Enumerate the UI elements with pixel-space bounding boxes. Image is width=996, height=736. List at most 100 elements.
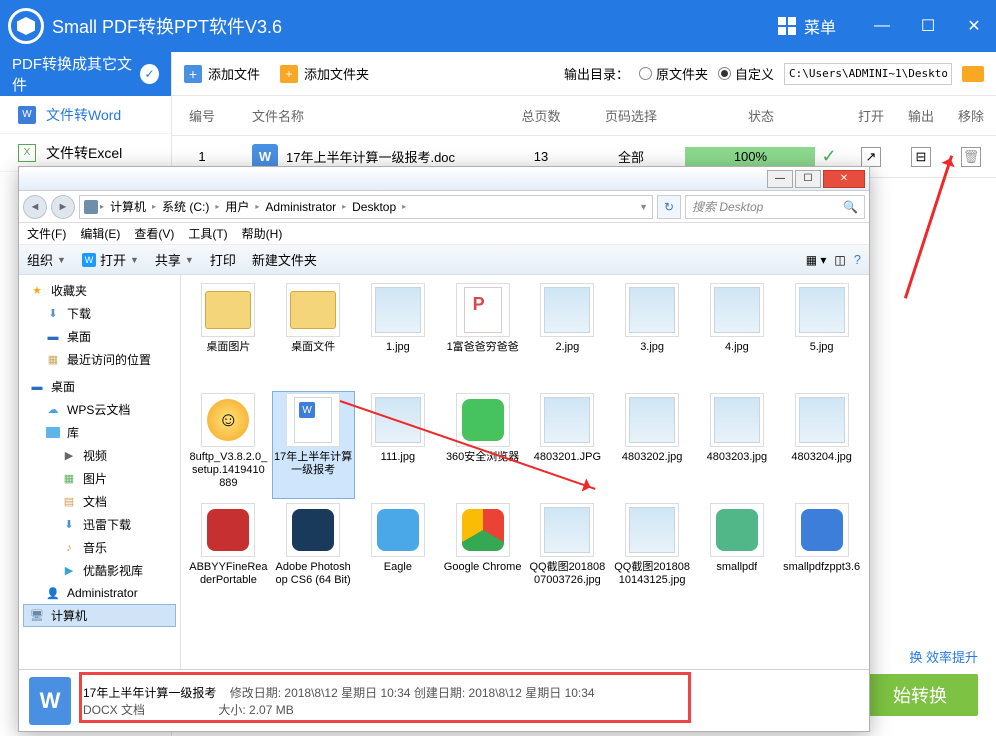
radio-original-folder[interactable]: 原文件夹 — [639, 64, 708, 83]
table-header: 编号 文件名称 总页数 页码选择 状态 打开 输出 移除 — [172, 96, 996, 136]
file-thumb-icon — [201, 503, 255, 557]
file-name-label: Eagle — [384, 561, 412, 574]
minimize-button[interactable]: — — [868, 12, 896, 40]
file-item[interactable]: 桌面文件 — [272, 281, 355, 389]
menu-file[interactable]: 文件(F) — [27, 225, 66, 242]
file-item[interactable]: ABBYYFineReaderPortable — [187, 501, 270, 609]
tree-documents[interactable]: ▤文档 — [23, 490, 176, 513]
file-item[interactable]: smallpdf — [696, 501, 779, 609]
check-circle-icon: ✓ — [140, 64, 159, 84]
tree-wps[interactable]: ☁WPS云文档 — [23, 398, 176, 421]
file-name-label: QQ截图20180810143125.jpg — [613, 561, 692, 587]
output-label: 输出目录： — [564, 64, 629, 83]
view-options-icon[interactable]: ▦ ▾ — [806, 253, 827, 267]
maximize-button[interactable]: ☐ — [914, 12, 942, 40]
file-item[interactable]: 1.jpg — [357, 281, 440, 389]
file-item[interactable]: 2.jpg — [526, 281, 609, 389]
explorer-maximize-button[interactable]: ☐ — [795, 170, 821, 188]
add-folder-button[interactable]: + 添加文件夹 — [280, 64, 369, 83]
youku-icon: ▶ — [61, 563, 77, 579]
remove-button[interactable]: 🗑 — [961, 147, 981, 167]
refresh-button[interactable]: ↻ — [657, 195, 681, 219]
sidebar-item-label: 文件转Word — [46, 105, 121, 125]
file-item[interactable]: 4803202.jpg — [611, 391, 694, 499]
file-item[interactable]: Google Chrome — [441, 501, 524, 609]
file-thumb-icon — [540, 393, 594, 447]
tree-recent[interactable]: ▦最近访问的位置 — [23, 348, 176, 371]
tree-desktop-fav[interactable]: ▬桌面 — [23, 325, 176, 348]
breadcrumb[interactable]: ▸ 计算机▸ 系统 (C:)▸ 用户▸ Administrator▸ Deskt… — [79, 195, 653, 219]
file-item[interactable]: 4.jpg — [696, 281, 779, 389]
file-name-label: 4803201.JPG — [534, 451, 601, 464]
nav-back-button[interactable]: ◄ — [23, 195, 47, 219]
preview-pane-icon[interactable]: ◫ — [834, 253, 845, 267]
file-thumb-icon — [795, 393, 849, 447]
open-file-button[interactable]: ↗ — [861, 147, 881, 167]
file-item[interactable]: 3.jpg — [611, 281, 694, 389]
explorer-close-button[interactable]: ✕ — [823, 170, 865, 188]
menu-tools[interactable]: 工具(T) — [188, 225, 227, 242]
search-input[interactable]: 搜索 Desktop 🔍 — [685, 195, 865, 219]
folder-plus-icon: + — [280, 65, 298, 83]
organize-button[interactable]: 组织▼ — [27, 250, 66, 269]
tree-youku[interactable]: ▶优酷影视库 — [23, 559, 176, 582]
tree-music[interactable]: ♪音乐 — [23, 536, 176, 559]
menu-view[interactable]: 查看(V) — [134, 225, 174, 242]
file-item[interactable]: Eagle — [357, 501, 440, 609]
file-item[interactable]: smallpdfzppt3.6 — [780, 501, 863, 609]
docx-icon: W — [29, 677, 71, 725]
file-item[interactable]: 桌面图片 — [187, 281, 270, 389]
open-with-button[interactable]: W打开▼ — [82, 250, 139, 269]
sidebar-header[interactable]: PDF转换成其它文件 ✓ — [0, 52, 171, 96]
sidebar-header-label: PDF转换成其它文件 — [12, 53, 140, 95]
file-item[interactable]: 111.jpg — [357, 391, 440, 499]
print-button[interactable]: 打印 — [210, 250, 236, 269]
file-thumb-icon — [371, 503, 425, 557]
file-name-label: 111.jpg — [381, 451, 415, 464]
file-thumb-icon — [371, 283, 425, 337]
nav-forward-button[interactable]: ► — [51, 195, 75, 219]
explorer-minimize-button[interactable]: — — [767, 170, 793, 188]
close-button[interactable]: ✕ — [960, 12, 988, 40]
menu-label: 菜单 — [804, 14, 836, 38]
app-title: Small PDF转换PPT软件V3.6 — [52, 13, 766, 39]
menu-help[interactable]: 帮助(H) — [242, 225, 283, 242]
file-item[interactable]: QQ截图20180810143125.jpg — [611, 501, 694, 609]
file-item[interactable]: P1富爸爸穷爸爸 — [441, 281, 524, 389]
menu-edit[interactable]: 编辑(E) — [80, 225, 120, 242]
file-item[interactable]: 360安全浏览器 — [441, 391, 524, 499]
tree-favorites[interactable]: ★收藏夹 — [23, 279, 176, 302]
tree-desktop[interactable]: ▬桌面 — [23, 375, 176, 398]
radio-custom-folder[interactable]: 自定义 — [718, 64, 774, 83]
tree-library[interactable]: 库 — [23, 421, 176, 444]
file-item[interactable]: 5.jpg — [780, 281, 863, 389]
menu-button[interactable]: 菜单 — [766, 10, 848, 42]
tree-computer[interactable]: 🖥计算机 — [23, 604, 176, 627]
file-item[interactable]: W17年上半年计算一级报考 — [272, 391, 355, 499]
output-path-input[interactable] — [784, 63, 952, 85]
sidebar-item-word[interactable]: W 文件转Word — [0, 96, 171, 134]
tree-video[interactable]: ▶视频 — [23, 444, 176, 467]
help-icon[interactable]: ? — [854, 252, 861, 267]
file-item[interactable]: QQ截图20180807003726.jpg — [526, 501, 609, 609]
tree-administrator[interactable]: 👤Administrator — [23, 582, 176, 604]
file-name-label: 1.jpg — [386, 341, 410, 354]
file-item[interactable]: ☺8uftp_V3.8.2.0_setup.1419410889 — [187, 391, 270, 499]
file-name-label: 5.jpg — [810, 341, 834, 354]
share-button[interactable]: 共享▼ — [155, 250, 194, 269]
tree-thunder[interactable]: ⬇迅雷下载 — [23, 513, 176, 536]
file-item[interactable]: Adobe Photoshop CS6 (64 Bit) — [272, 501, 355, 609]
page-selection[interactable]: 全部 — [586, 147, 676, 166]
tree-pictures[interactable]: ▦图片 — [23, 467, 176, 490]
file-name-label: 1富爸爸穷爸爸 — [447, 341, 519, 354]
browse-folder-icon[interactable] — [962, 66, 984, 82]
add-file-button[interactable]: + 添加文件 — [184, 64, 260, 83]
output-button[interactable]: ⊟ — [911, 147, 931, 167]
convert-button[interactable]: 始转换 — [862, 674, 978, 716]
file-item[interactable]: 4803204.jpg — [780, 391, 863, 499]
new-folder-button[interactable]: 新建文件夹 — [252, 250, 317, 269]
file-name-label: QQ截图20180807003726.jpg — [528, 561, 607, 587]
file-item[interactable]: 4803203.jpg — [696, 391, 779, 499]
file-item[interactable]: 4803201.JPG — [526, 391, 609, 499]
tree-downloads[interactable]: ⬇下载 — [23, 302, 176, 325]
